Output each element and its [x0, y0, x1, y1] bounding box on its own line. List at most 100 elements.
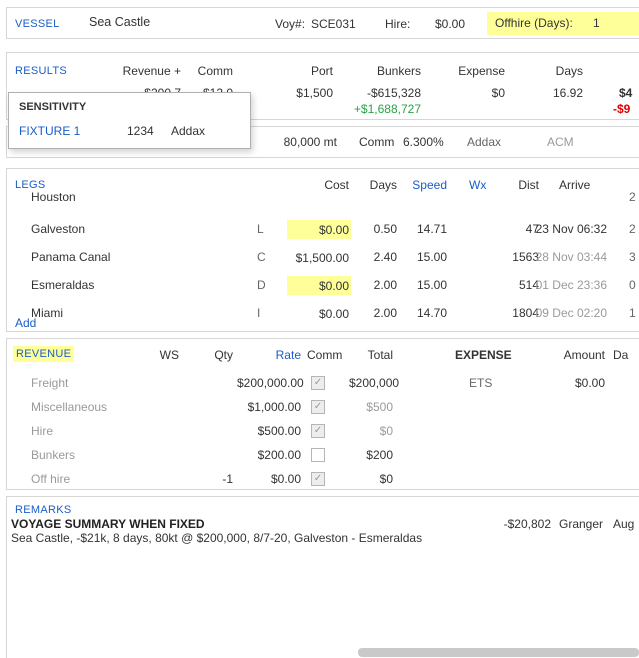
revenue-section: REVENUE WS Qty Rate Comm Total EXPENSE A… — [6, 338, 639, 490]
revenue-rate-value[interactable]: $1,000.00 — [237, 401, 301, 414]
cargo-comm-value[interactable]: 6.300% — [403, 136, 444, 149]
revenue-total-value: $500 — [349, 401, 393, 414]
legs-col-days: Days — [359, 179, 397, 192]
leg-port-name[interactable]: Galveston — [31, 223, 85, 236]
results-col-bunkers: Bunkers — [351, 65, 421, 78]
leg-days[interactable]: 2.00 — [359, 279, 397, 292]
leg-cost-cell[interactable]: $0.00 — [287, 304, 351, 323]
revenue-col-comm: Comm — [307, 349, 342, 362]
horizontal-scrollbar-thumb[interactable] — [358, 648, 639, 657]
results-bunkers-value: -$615,328 — [351, 87, 421, 100]
revenue-rate-value[interactable]: $500.00 — [237, 425, 301, 438]
comm-checkbox[interactable]: ✓ — [311, 400, 325, 414]
legs-col-arrive: Arrive — [559, 179, 590, 192]
leg-cost-cell[interactable]: $0.00 — [287, 220, 351, 239]
legs-section: LEGS Cost Days Speed Wx Dist Arrive Hous… — [6, 168, 639, 332]
cargo-quantity[interactable]: 80,000 mt — [247, 136, 337, 149]
results-col-port: Port — [263, 65, 333, 78]
revenue-total-value: $200,000 — [349, 377, 393, 390]
revenue-rate-value[interactable]: $200.00 — [237, 449, 301, 462]
vessel-name-field[interactable]: Sea Castle — [89, 16, 150, 29]
legs-col-dist: Dist — [495, 179, 539, 192]
revenue-total-value: $0 — [349, 425, 393, 438]
leg-speed: 15.00 — [405, 279, 447, 292]
results-total-negative-partial: -$9 — [613, 103, 630, 116]
leg-port-name[interactable]: Esmeraldas — [31, 279, 94, 292]
leg-type: I — [257, 307, 260, 320]
offhire-value: 1 — [593, 17, 600, 30]
results-col-comm: Comm — [163, 65, 233, 78]
offhire-label: Offhire (Days): — [495, 17, 573, 30]
leg-speed: 14.70 — [405, 307, 447, 320]
cargo-charterer[interactable]: Addax — [467, 136, 501, 149]
fixture-link[interactable]: FIXTURE 1 — [19, 125, 80, 138]
leg-depart-partial: 0 — [629, 279, 636, 292]
hire-value[interactable]: $0.00 — [405, 18, 465, 31]
comm-checkbox[interactable]: ✓ — [311, 376, 325, 390]
leg-cost-cell[interactable]: $0.00 — [287, 276, 351, 295]
leg-days[interactable]: 2.40 — [359, 251, 397, 264]
revenue-col-rate[interactable]: Rate — [259, 349, 301, 362]
revenue-total-value: $200 — [349, 449, 393, 462]
leg-arrive: 28 Nov 03:44 — [523, 251, 607, 264]
comm-checkbox[interactable] — [311, 448, 325, 462]
results-bunkers-adjusted: +$1,688,727 — [331, 103, 421, 116]
revenue-qty-value[interactable]: -1 — [187, 473, 233, 486]
expense-col-partial: Da — [613, 349, 628, 362]
legs-col-speed[interactable]: Speed — [405, 179, 447, 192]
sensitivity-popup: SENSITIVITY FIXTURE 1 1234 Addax — [8, 92, 251, 149]
comm-checkbox[interactable]: ✓ — [311, 472, 325, 486]
leg-port-name[interactable]: Houston — [31, 191, 76, 204]
results-days-value: 16.92 — [513, 87, 583, 100]
remarks-section: REMARKS VOYAGE SUMMARY WHEN FIXED -$20,8… — [6, 496, 639, 658]
revenue-total-value: $0 — [349, 473, 393, 486]
voyage-estimator: VESSEL Sea Castle Voy#: SCE031 Hire: $0.… — [0, 0, 639, 658]
cargo-broker: ACM — [547, 136, 574, 149]
legs-col-wx[interactable]: Wx — [469, 179, 486, 192]
cargo-comm-label: Comm — [359, 136, 394, 149]
vessel-section: VESSEL Sea Castle Voy#: SCE031 Hire: $0.… — [6, 7, 639, 39]
results-port-value: $1,500 — [263, 87, 333, 100]
fixture-counterparty: Addax — [171, 125, 205, 138]
remarks-date-partial: Aug — [613, 518, 634, 531]
leg-depart-partial: 2 — [629, 223, 636, 236]
revenue-col-ws: WS — [147, 349, 179, 362]
revenue-rate-value[interactable]: $200,000.00 — [237, 377, 301, 390]
leg-type: L — [257, 223, 264, 236]
vessel-label: VESSEL — [15, 18, 60, 31]
results-col-days: Days — [513, 65, 583, 78]
leg-type: D — [257, 279, 266, 292]
leg-speed: 14.71 — [405, 223, 447, 236]
revenue-item-name: Miscellaneous — [31, 401, 107, 414]
revenue-rate-value[interactable]: $0.00 — [237, 473, 301, 486]
remarks-person: Granger — [559, 518, 603, 531]
leg-type: C — [257, 251, 266, 264]
leg-days[interactable]: 0.50 — [359, 223, 397, 236]
results-total-partial: $4 — [619, 87, 632, 100]
expense-col-amount: Amount — [555, 349, 605, 362]
offhire-field[interactable]: Offhire (Days): 1 — [487, 12, 639, 35]
remarks-result-value: -$20,802 — [503, 518, 551, 531]
leg-days[interactable]: 2.00 — [359, 307, 397, 320]
revenue-label: REVENUE — [13, 346, 74, 362]
add-leg-link[interactable]: Add — [15, 317, 36, 330]
results-label: RESULTS — [15, 65, 67, 78]
expense-amount-value[interactable]: $0.00 — [555, 377, 605, 390]
revenue-col-qty: Qty — [197, 349, 233, 362]
revenue-item-name: Freight — [31, 377, 68, 390]
expense-item-name: ETS — [469, 377, 492, 390]
leg-arrive: 09 Dec 02:20 — [523, 307, 607, 320]
revenue-item-name: Bunkers — [31, 449, 75, 462]
revenue-col-total: Total — [351, 349, 393, 362]
fixture-code: 1234 — [127, 125, 154, 138]
leg-arrive: 23 Nov 06:32 — [523, 223, 607, 236]
leg-speed: 15.00 — [405, 251, 447, 264]
leg-port-name[interactable]: Panama Canal — [31, 251, 110, 264]
remarks-label: REMARKS — [15, 504, 72, 517]
leg-depart-partial: 3 — [629, 251, 636, 264]
leg-depart-partial: 1 — [629, 307, 636, 320]
leg-cost-cell[interactable]: $1,500.00 — [287, 248, 351, 267]
comm-checkbox[interactable]: ✓ — [311, 424, 325, 438]
remarks-summary-text[interactable]: Sea Castle, -$21k, 8 days, 80kt @ $200,0… — [11, 532, 422, 545]
voyage-number-value[interactable]: SCE031 — [311, 18, 356, 31]
